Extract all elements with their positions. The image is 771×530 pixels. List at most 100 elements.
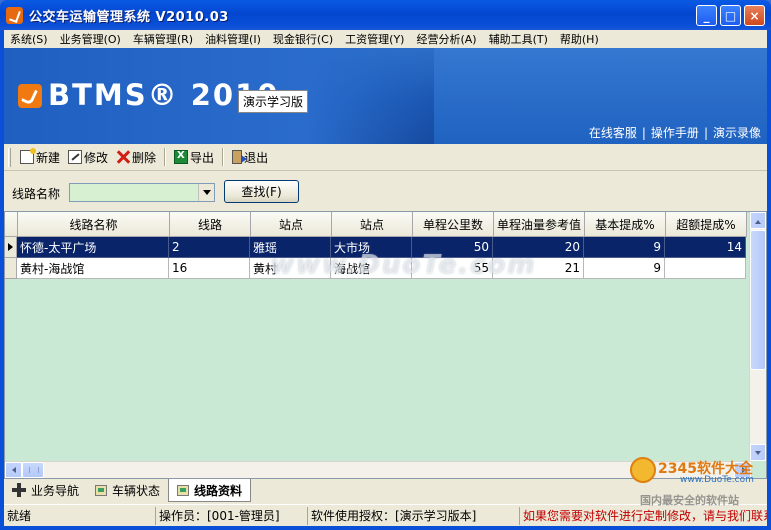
scroll-right-arrow-icon[interactable] [734,462,751,478]
new-button[interactable]: 新建 [16,148,64,166]
delete-label: 删除 [132,150,157,165]
close-button[interactable]: × [744,5,765,26]
cell-route[interactable]: 16 [169,258,250,279]
cell-route[interactable]: 2 [169,237,250,258]
cell-stop-start[interactable]: 雅瑶 [250,237,331,258]
menu-analysis[interactable]: 经营分析(A) [410,31,482,47]
column-header-route[interactable]: 线路 [170,212,251,237]
toolbar-separator [222,148,225,166]
column-header-extra-commission[interactable]: 超额提成% [666,212,747,237]
row-indicator-arrow-icon [5,237,17,258]
menu-cash-bank[interactable]: 现金银行(C) [267,31,339,47]
exit-door-icon [232,150,248,164]
scroll-down-arrow-icon[interactable] [750,444,766,461]
edit-label: 修改 [84,150,109,165]
menu-fuel[interactable]: 油料管理(I) [199,31,267,47]
cell-stop-start[interactable]: 黄村 [250,258,331,279]
cell-route-name[interactable]: 怀德-太平广场 [17,237,169,258]
horizontal-scroll-thumb[interactable] [22,462,44,478]
window-frame-right [767,30,771,530]
status-bar: 就绪 操作员：[001-管理员] 软件使用授权：[演示学习版本] 如果您需要对软… [4,504,767,526]
navigation-cross-icon [12,483,26,497]
chevron-down-icon[interactable] [198,184,214,201]
link-online-support[interactable]: 在线客服 [589,126,637,140]
minimize-button[interactable]: _ [696,5,717,26]
link-separator: | [703,126,708,140]
route-grid: 线路名称 线路 站点 站点 单程公里数 单程油量参考值 基本提成% 超额提成% … [4,211,767,479]
grid-header: 线路名称 线路 站点 站点 单程公里数 单程油量参考值 基本提成% 超额提成% [5,212,747,237]
column-header-route-name[interactable]: 线路名称 [18,212,170,237]
cell-stop-end[interactable]: 大市场 [331,237,412,258]
row-indicator [5,258,17,279]
search-button[interactable]: 查找(F) [224,180,299,203]
scroll-up-arrow-icon[interactable] [750,212,766,229]
menu-bar: 系统(S) 业务管理(O) 车辆管理(R) 油料管理(I) 现金银行(C) 工资… [4,30,767,48]
table-row[interactable]: 黄村-海战馆 16 黄村 海战馆 55 21 9 [5,258,746,279]
cell-km[interactable]: 50 [412,237,493,258]
toolbar: 新建 修改 删除 导出 退出 [4,144,767,171]
header-indicator [5,212,18,237]
cell-base-commission[interactable]: 9 [584,237,665,258]
title-bar: 公交车运输管理系统 V2010.03 _ □ × [0,0,771,30]
cell-base-commission[interactable]: 9 [584,258,665,279]
maximize-button[interactable]: □ [720,5,741,26]
cell-km[interactable]: 55 [412,258,493,279]
status-ready: 就绪 [4,506,156,525]
edit-icon [68,150,83,164]
filter-panel: 线路名称 查找(F) [4,171,767,211]
new-label: 新建 [36,150,61,165]
new-document-icon [20,148,36,164]
link-demo-video[interactable]: 演示录像 [713,126,761,140]
column-header-stop-end[interactable]: 站点 [332,212,413,237]
link-separator: | [641,126,646,140]
table-row[interactable]: 怀德-太平广场 2 雅瑶 大市场 50 20 9 14 [5,237,746,258]
horizontal-scrollbar[interactable] [5,461,751,478]
menu-business[interactable]: 业务管理(O) [54,31,127,47]
export-label: 导出 [190,150,215,165]
vertical-scroll-thumb[interactable] [750,230,766,370]
cell-fuel[interactable]: 21 [493,258,584,279]
column-header-stop-start[interactable]: 站点 [251,212,332,237]
edit-button[interactable]: 修改 [64,149,112,166]
cell-extra-commission[interactable] [665,258,746,279]
scroll-left-arrow-icon[interactable] [5,462,22,478]
window-title: 公交车运输管理系统 V2010.03 [29,9,229,25]
menu-vehicle[interactable]: 车辆管理(R) [127,31,199,47]
status-license: 软件使用授权：[演示学习版本] [308,506,520,525]
bottom-tab-bar: 业务导航 车辆状态 线路资料 [4,479,767,504]
tab-business-nav[interactable]: 业务导航 [4,479,87,501]
delete-x-icon [116,150,130,164]
excel-icon [174,150,189,164]
vertical-scrollbar[interactable] [749,212,766,461]
exit-button[interactable]: 退出 [228,149,272,166]
cell-route-name[interactable]: 黄村-海战馆 [17,258,169,279]
link-manual[interactable]: 操作手册 [651,126,699,140]
route-name-select[interactable] [69,183,215,202]
btms-logo-icon [18,84,42,108]
menu-payroll[interactable]: 工资管理(Y) [339,31,410,47]
form-icon [177,484,190,496]
tab-vehicle-status-label: 车辆状态 [112,483,161,498]
menu-tools[interactable]: 辅助工具(T) [483,31,554,47]
menu-help[interactable]: 帮助(H) [554,31,605,47]
status-notice: 如果您需要对软件进行定制修改，请与我们联系 [523,509,767,523]
tab-route-data[interactable]: 线路资料 [168,479,252,502]
banner-links: 在线客服 | 操作手册 | 演示录像 [589,124,761,141]
tab-business-nav-label: 业务导航 [31,483,80,498]
delete-button[interactable]: 删除 [112,149,160,166]
cell-stop-end[interactable]: 海战馆 [331,258,412,279]
cell-fuel[interactable]: 20 [493,237,584,258]
tab-vehicle-status[interactable]: 车辆状态 [87,479,168,501]
edition-badge: 演示学习版 [238,90,309,113]
window-frame-bottom [0,526,771,530]
column-header-km[interactable]: 单程公里数 [413,212,494,237]
route-name-label: 线路名称 [12,187,61,201]
form-icon [95,484,108,496]
column-header-base-commission[interactable]: 基本提成% [585,212,666,237]
toolbar-separator [164,148,167,166]
cell-extra-commission[interactable]: 14 [665,237,746,258]
toolbar-grip[interactable] [8,147,11,167]
menu-system[interactable]: 系统(S) [4,31,54,47]
export-button[interactable]: 导出 [170,149,218,166]
column-header-fuel[interactable]: 单程油量参考值 [494,212,585,237]
